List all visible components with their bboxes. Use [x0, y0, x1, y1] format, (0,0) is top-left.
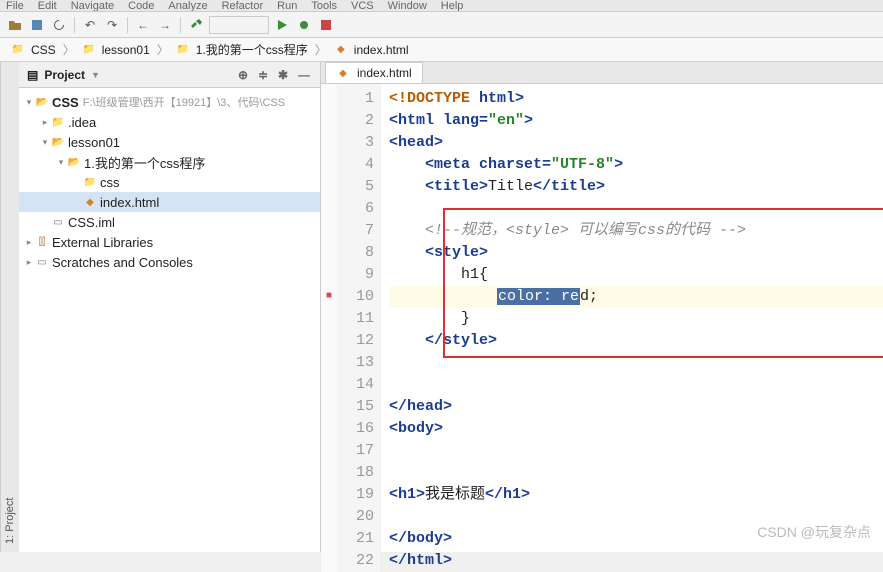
editor-tab-index[interactable]: ◆index.html — [325, 62, 423, 83]
breakpoint-icon: ■ — [321, 286, 337, 308]
settings-icon[interactable]: ✱ — [278, 68, 292, 82]
menu-help[interactable]: Help — [441, 0, 464, 12]
menu-vcs[interactable]: VCS — [351, 0, 374, 12]
project-panel: ▤ Project ▼ ⊕ ≑ ✱ — ▾📂CSSF:\班级管理\西开【1992… — [19, 62, 321, 552]
crumb-file[interactable]: ◆index.html — [329, 42, 414, 58]
text-selection: color: re — [497, 288, 580, 305]
menu-refactor[interactable]: Refactor — [222, 0, 264, 12]
sidebar-tab-project[interactable]: 1: Project — [0, 62, 19, 552]
crumb-app[interactable]: 📁1.我的第一个css程序 — [171, 40, 313, 59]
debug-icon[interactable] — [295, 16, 313, 34]
hammer-icon[interactable] — [187, 16, 205, 34]
menu-analyze[interactable]: Analyze — [168, 0, 207, 12]
menu-bar[interactable]: File Edit Navigate Code Analyze Refactor… — [0, 0, 883, 12]
back-icon[interactable]: ← — [134, 16, 152, 34]
collapse-icon[interactable]: ≑ — [258, 68, 272, 82]
tree-item-index[interactable]: ◆index.html — [19, 192, 320, 212]
project-icon: ▤ — [27, 68, 38, 82]
gutter-marks: ■ — [321, 84, 337, 572]
editor-tabs: ◆index.html — [321, 62, 883, 84]
menu-code[interactable]: Code — [128, 0, 154, 12]
hide-icon[interactable]: — — [298, 68, 312, 82]
undo-icon[interactable]: ↶ — [81, 16, 99, 34]
menu-file[interactable]: File — [6, 0, 24, 12]
refresh-icon[interactable] — [50, 16, 68, 34]
menu-edit[interactable]: Edit — [38, 0, 57, 12]
code-editor[interactable]: ■ 12345678910111213141516171819202122 <!… — [321, 84, 883, 572]
forward-icon[interactable]: → — [156, 16, 174, 34]
target-icon[interactable]: ⊕ — [238, 68, 252, 82]
crumb-root[interactable]: 📁CSS — [6, 42, 61, 58]
menu-window[interactable]: Window — [388, 0, 427, 12]
editor-area: ◆index.html ■ 12345678910111213141516171… — [321, 62, 883, 552]
save-icon[interactable] — [28, 16, 46, 34]
project-tree[interactable]: ▾📂CSSF:\班级管理\西开【19921】\3、代码\CSS ▸📁.idea … — [19, 88, 320, 552]
menu-run[interactable]: Run — [277, 0, 297, 12]
toolbar: ↶ ↷ ← → — [0, 12, 883, 38]
breadcrumb: 📁CSS 〉 📁lesson01 〉 📁1.我的第一个css程序 〉 ◆inde… — [0, 38, 883, 62]
crumb-lesson[interactable]: 📁lesson01 — [77, 42, 155, 58]
stop-icon[interactable] — [317, 16, 335, 34]
run-icon[interactable] — [273, 16, 291, 34]
run-dropdown[interactable] — [209, 16, 269, 34]
menu-tools[interactable]: Tools — [311, 0, 337, 12]
code-content[interactable]: <!DOCTYPE html> <html lang="en"> <head> … — [381, 84, 883, 572]
menu-navigate[interactable]: Navigate — [71, 0, 114, 12]
watermark: CSDN @玩复杂点 — [757, 522, 871, 542]
panel-title: Project — [44, 68, 85, 82]
line-numbers: 12345678910111213141516171819202122 — [337, 84, 381, 572]
redo-icon[interactable]: ↷ — [103, 16, 121, 34]
open-icon[interactable] — [6, 16, 24, 34]
